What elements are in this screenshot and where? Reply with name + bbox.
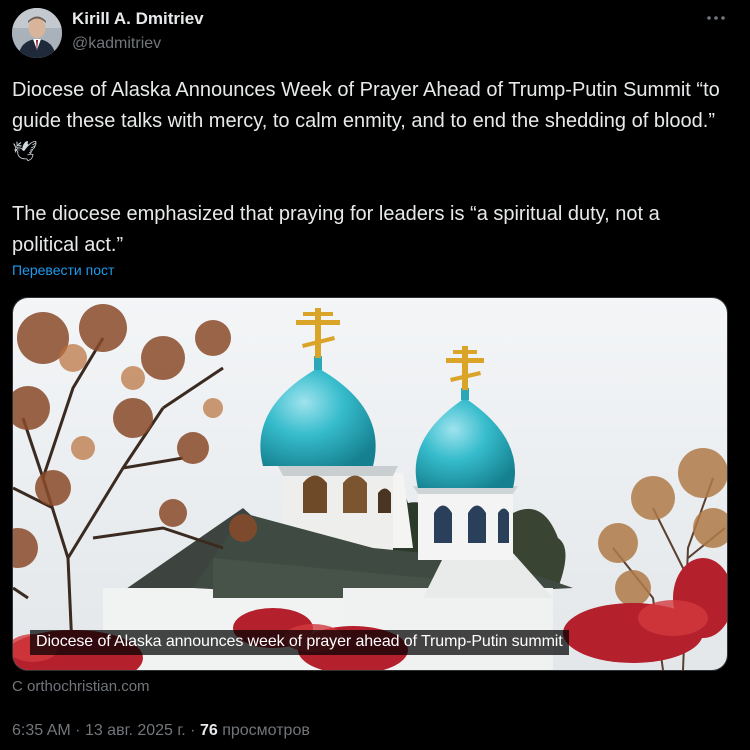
author-handle[interactable]: @kadmitriev [72,35,161,53]
translate-post-link[interactable]: Перевести пост [12,262,114,278]
views-label: просмотров [222,722,310,739]
link-card-title[interactable]: Diocese of Alaska announces week of pray… [30,630,569,655]
author-name[interactable]: Kirill A. Dmitriev [72,9,204,29]
link-card-image[interactable] [12,297,728,671]
post-text: Diocese of Alaska Announces Week of Pray… [12,75,727,261]
meta-separator: · [190,722,196,739]
post-date[interactable]: 13 авг. 2025 г. [85,722,186,739]
more-horizontal-icon [707,16,725,20]
link-card-source[interactable]: С orthochristian.com [12,678,150,695]
post-time[interactable]: 6:35 AM [12,722,71,739]
views-count[interactable]: 76 [200,722,218,739]
avatar[interactable] [12,8,62,58]
avatar-image [12,8,62,58]
tweet: Kirill A. Dmitriev @kadmitriev Diocese o… [0,0,750,750]
post-paragraph-2: The diocese emphasized that praying for … [12,203,660,256]
post-meta: 6:35 AM · 13 авг. 2025 г. · 76 просмотро… [12,722,310,740]
post-paragraph-1: Diocese of Alaska Announces Week of Pray… [12,75,727,168]
post-paragraph-1-text: Diocese of Alaska Announces Week of Pray… [12,79,720,132]
dove-emoji-icon: 🕊 [12,141,38,163]
church-photo [13,298,727,670]
more-button[interactable] [702,6,730,30]
meta-separator: · [75,722,81,739]
